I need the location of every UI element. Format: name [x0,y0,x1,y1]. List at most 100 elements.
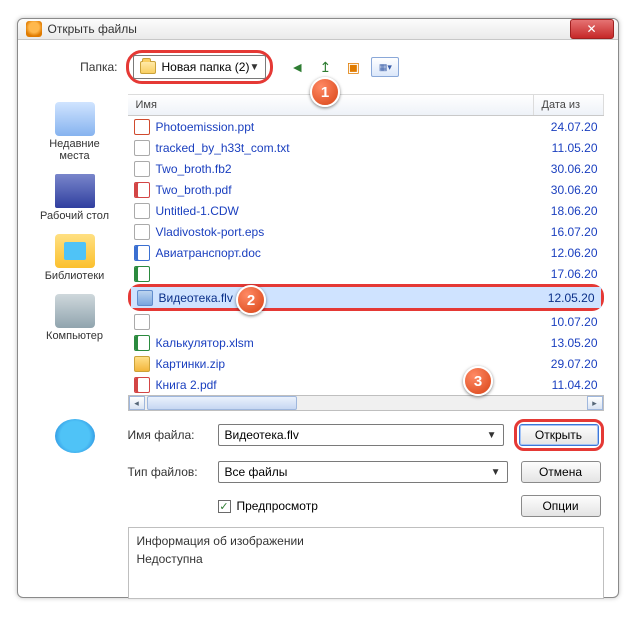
file-row[interactable]: Vladivostok-port.eps16.07.20 [128,221,604,242]
file-icon [134,314,150,330]
desktop-icon [55,174,95,208]
network-icon [55,419,95,453]
file-icon [134,119,150,135]
file-date: 18.06.20 [538,204,598,218]
file-date: 17.06.20 [538,267,598,281]
file-row[interactable]: Photoemission.ppt24.07.20 [128,116,604,137]
info-value: Недоступна [137,552,595,566]
file-date: 11.05.20 [538,141,598,155]
file-icon [134,182,150,198]
file-row[interactable]: Untitled-1.CDW18.06.20 [128,200,604,221]
file-date: 12.05.20 [535,291,595,305]
file-name: Photoemission.ppt [156,120,538,134]
file-name: Vladivostok-port.eps [156,225,538,239]
file-icon [134,245,150,261]
column-headers: Имя Дата из [128,94,604,116]
nav-back-button[interactable]: ◄ [287,57,307,77]
file-row[interactable]: Авиатранспорт.doc12.06.20 [128,242,604,263]
file-icon [134,266,150,282]
place-recent[interactable]: Недавние места [35,98,115,166]
file-row[interactable]: 17.06.20 [128,263,604,284]
file-list: Имя Дата из Photoemission.ppt24.07.20tra… [128,94,604,411]
check-icon: ✓ [219,500,228,513]
file-date: 30.06.20 [538,162,598,176]
file-name: Видеотека.flv [159,291,535,305]
col-date[interactable]: Дата из [534,95,604,115]
scroll-thumb[interactable] [147,396,297,410]
file-icon [134,203,150,219]
close-icon: ✕ [586,22,596,36]
titlebar: Открыть файлы ✕ [18,19,618,40]
col-name[interactable]: Имя [128,95,534,115]
preview-checkbox[interactable]: ✓ [218,500,231,513]
file-icon [137,290,153,306]
file-date: 29.07.20 [538,357,598,371]
file-icon [134,377,150,393]
file-date: 24.07.20 [538,120,598,134]
file-icon [134,356,150,372]
nav-view-button[interactable]: ▦▾ [371,57,399,77]
file-row[interactable]: Книга 2.pdf11.04.20 [128,374,604,395]
filename-value: Видеотека.flv [225,428,299,442]
libraries-icon [55,234,95,268]
file-name: Калькулятор.xlsm [156,336,538,350]
file-icon [134,161,150,177]
window-title: Открыть файлы [48,22,570,36]
folder-combobox[interactable]: Новая папка (2) ▼ [133,55,267,79]
file-row[interactable]: Видеотека.flv12.05.20 [131,287,601,308]
file-name: Untitled-1.CDW [156,204,538,218]
file-row[interactable]: Two_broth.pdf30.06.20 [128,179,604,200]
filetype-label: Тип файлов: [128,465,208,479]
scroll-right-button[interactable]: ▸ [587,396,603,410]
scroll-left-button[interactable]: ◂ [129,396,145,410]
filename-input[interactable]: Видеотека.flv ▼ [218,424,504,446]
folder-row: Папка: Новая папка (2) ▼ ◄ ↥ ▣ ▦▾ [32,50,604,84]
open-file-dialog: Открыть файлы ✕ Папка: Новая папка (2) ▼… [17,18,619,598]
places-bar: Недавние места Рабочий стол Библиотеки К… [32,94,118,411]
h-scrollbar[interactable]: ◂ ▸ [128,395,604,411]
file-icon [134,335,150,351]
filetype-value: Все файлы [225,465,288,479]
file-row[interactable]: Two_broth.fb230.06.20 [128,158,604,179]
file-icon [134,224,150,240]
chevron-down-icon: ▼ [487,430,497,441]
file-name: Авиатранспорт.doc [156,246,538,260]
nav-new-folder-button[interactable]: ▣ [343,57,363,77]
file-date: 13.05.20 [538,336,598,350]
file-row[interactable]: 10.07.20 [128,311,604,332]
place-computer[interactable]: Компьютер [35,290,115,346]
chevron-down-icon: ▼ [491,467,501,478]
info-title: Информация об изображении [137,534,595,548]
scroll-track[interactable] [145,396,587,410]
close-button[interactable]: ✕ [570,19,614,39]
filetype-combobox[interactable]: Все файлы ▼ [218,461,508,483]
place-desktop[interactable]: Рабочий стол [35,170,115,226]
file-row[interactable]: Калькулятор.xlsm13.05.20 [128,332,604,353]
highlight-ring-1: Новая папка (2) ▼ [126,50,274,84]
place-libraries[interactable]: Библиотеки [35,230,115,286]
place-network[interactable] [35,419,115,599]
app-icon [26,21,42,37]
file-name: Картинки.zip [156,357,538,371]
place-label: Недавние места [49,138,100,162]
options-button[interactable]: Опции [521,495,601,517]
file-row[interactable]: tracked_by_h33t_com.txt11.05.20 [128,137,604,158]
nav-up-button[interactable]: ↥ [315,57,335,77]
file-date: 16.07.20 [538,225,598,239]
file-name: Two_broth.fb2 [156,162,538,176]
file-icon [134,140,150,156]
file-date: 10.07.20 [538,315,598,329]
place-label: Библиотеки [45,270,105,282]
file-name: Книга 2.pdf [156,378,538,392]
computer-icon [55,294,95,328]
file-row[interactable]: Картинки.zip29.07.20 [128,353,604,374]
file-name: Two_broth.pdf [156,183,538,197]
file-date: 30.06.20 [538,183,598,197]
file-date: 12.06.20 [538,246,598,260]
place-label: Компьютер [46,330,103,342]
file-name: tracked_by_h33t_com.txt [156,141,538,155]
preview-label: Предпросмотр [237,499,318,513]
cancel-button[interactable]: Отмена [521,461,601,483]
folder-current: Новая папка (2) [162,60,250,74]
open-button[interactable]: Открыть [519,424,599,446]
